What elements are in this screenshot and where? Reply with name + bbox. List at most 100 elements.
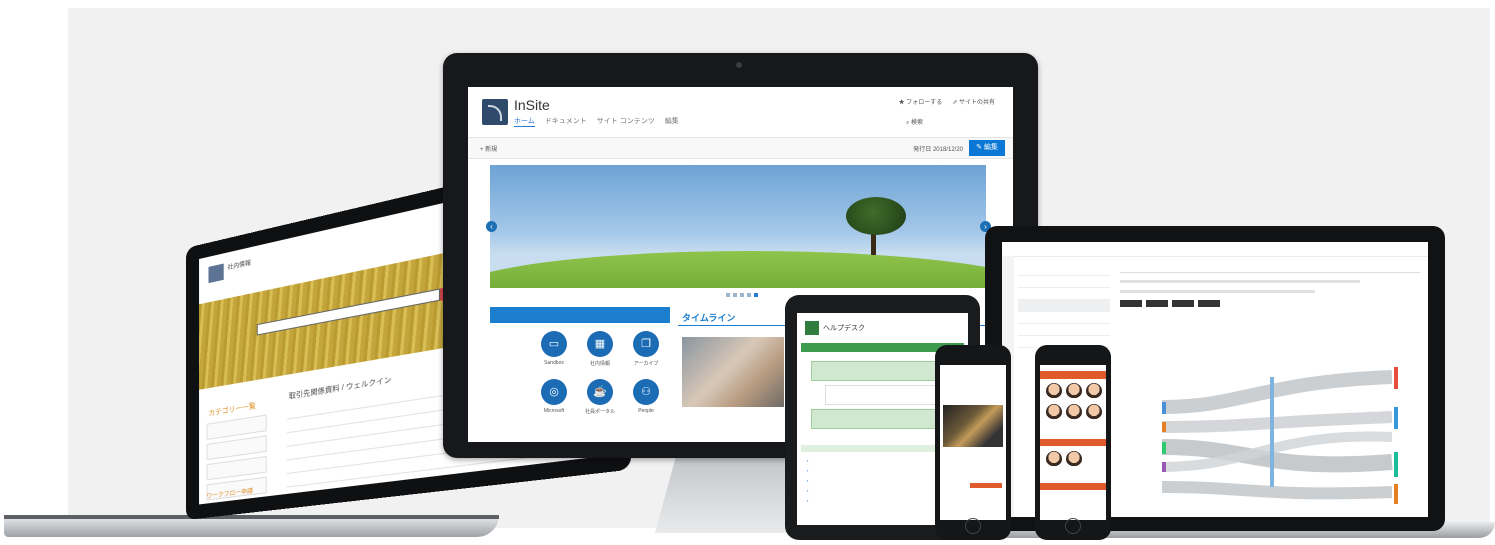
share-label: サイトの共有 [958,100,995,106]
carousel-dot[interactable] [747,293,751,297]
carousel-dots [726,293,758,297]
filter-buttons [1120,300,1420,307]
faq-link[interactable]: ▪ [807,488,808,493]
text-line [1120,290,1315,293]
site-title[interactable]: InSite [514,97,550,113]
hill-graphic [490,251,986,288]
news-action-button[interactable] [970,483,1002,488]
search-button[interactable]: ⌕ 検索 [906,117,923,127]
people-grid [1046,451,1102,467]
calendar-icon: ▦ [587,331,613,357]
faq-link[interactable]: ▪ [807,468,808,473]
folder-icon: ▭ [541,331,567,357]
published-date: 発行日 2018/12/20 [913,147,963,153]
side-panel-item[interactable] [1018,324,1110,336]
app-tabs[interactable] [1120,264,1420,273]
people-grid [1046,383,1102,420]
site-logo-icon [208,263,224,284]
follow-button[interactable]: ★ フォローする [899,97,943,106]
carousel-dot[interactable] [726,293,730,297]
avatar[interactable] [1046,451,1062,467]
left-site-title: 社内情報 [227,260,251,272]
side-panel-item[interactable] [1018,288,1110,300]
quick-link[interactable]: ▭ Sandbox [534,331,574,367]
phone-news-screen [940,365,1006,520]
edit-button[interactable]: ✎ 編集 [969,140,1005,156]
carousel-dot[interactable] [740,293,744,297]
search-label: 検索 [910,120,923,126]
hero-image [490,165,986,288]
avatar[interactable] [1066,383,1082,399]
tree-crown [846,197,906,235]
follow-label: フォローする [906,100,943,106]
side-panel-item[interactable] [1018,264,1110,276]
timeline-image[interactable] [682,337,784,407]
carousel-dot[interactable] [733,293,737,297]
chat-bubble [811,409,943,429]
faq-link[interactable]: ▪ [807,458,808,463]
quick-link-label: アーカイブ [633,361,659,367]
news-image[interactable] [943,405,1003,447]
side-panel-item[interactable] [1018,276,1110,288]
side-panel-item[interactable] [1018,300,1110,312]
avatar[interactable] [1066,404,1082,420]
app-topbar [1002,242,1428,257]
quick-link[interactable]: ⚇ People [626,379,666,415]
text-line [1120,280,1360,283]
quick-link[interactable]: ◎ Microsoft [534,379,574,415]
home-button-icon[interactable] [965,518,981,534]
nav-tab-site-contents[interactable]: サイト コンテンツ [597,116,655,127]
quick-link[interactable]: ▦ 社内情報 [580,331,620,367]
globe-icon: ◎ [541,379,567,405]
filter-button[interactable] [1120,300,1142,307]
helpdesk-logo-icon [805,321,819,335]
faq-link[interactable]: ▪ [807,498,808,503]
carousel-dot[interactable] [754,293,758,297]
nav-tab-home[interactable]: ホーム [514,116,535,127]
section-band [1040,439,1106,446]
directory-header [1040,371,1106,379]
quick-link-label: 社内情報 [589,361,610,367]
avatar[interactable] [1086,383,1102,399]
site-logo-icon[interactable] [482,99,508,125]
helpdesk-title: ヘルプデスク [823,325,865,332]
nav-tab-edit[interactable]: 編集 [665,116,679,127]
phone-news [935,345,1011,540]
quick-link[interactable]: ☕ 社員ポータル [580,379,620,415]
app-content [1120,264,1420,307]
quick-link-label: Sandbox [544,360,564,366]
copy-icon: ❐ [633,331,659,357]
nav-tab-documents[interactable]: ドキュメント [545,116,587,127]
avatar[interactable] [1066,451,1082,467]
phone-directory [1035,345,1111,540]
avatar[interactable] [1086,404,1102,420]
carousel-prev-icon[interactable]: ‹ [486,221,497,232]
quick-link-label: 社員ポータル [584,409,615,415]
quick-links-header [490,307,670,323]
quick-link-label: People [638,408,654,414]
share-button[interactable]: ⇗ サイトの共有 [952,97,995,106]
category-item[interactable] [206,455,267,481]
camera-icon [736,62,742,68]
quick-link-label: Microsoft [543,408,565,414]
site-header: InSite ホーム ドキュメント サイト コンテンツ 編集 ★ フォローする … [468,87,1013,137]
side-panel-item[interactable] [1018,312,1110,324]
quick-link[interactable]: ❐ アーカイブ [626,331,666,367]
filter-button[interactable] [1198,300,1220,307]
home-button-icon[interactable] [1065,518,1081,534]
cup-icon: ☕ [587,379,613,405]
filter-button[interactable] [1146,300,1168,307]
faq-link[interactable]: ▪ [807,478,808,483]
quick-link-grid: ▭ Sandbox ▦ 社内情報 ❐ アーカイブ ◎ Microsoft ☕ 社員ポータル… [534,331,674,415]
avatar[interactable] [1046,404,1062,420]
sankey-diagram [1162,367,1398,504]
avatar[interactable] [1046,383,1062,399]
site-nav: ホーム ドキュメント サイト コンテンツ 編集 [514,116,679,127]
edit-label: 編集 [983,144,998,151]
command-bar: + 新規 発行日 2018/12/20 ✎ 編集 [468,137,1013,159]
filter-button[interactable] [1172,300,1194,307]
timeline-title: タイムライン [682,313,736,323]
category-heading: カテゴリー一覧 [208,402,256,418]
new-button[interactable]: + 新規 [480,144,497,153]
people-icon: ⚇ [633,379,659,405]
